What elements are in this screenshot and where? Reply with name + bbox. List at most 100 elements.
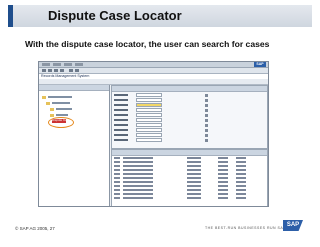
folder-icon <box>42 95 46 99</box>
search-field-row <box>114 113 264 117</box>
search-field[interactable] <box>136 138 162 142</box>
table-row[interactable] <box>114 168 264 171</box>
table-cell <box>187 189 201 191</box>
table-cell <box>114 157 120 159</box>
search-field[interactable] <box>136 128 162 132</box>
table-cell <box>218 197 228 199</box>
search-field-row <box>114 103 264 107</box>
toolbar-button[interactable] <box>69 69 73 72</box>
field-label <box>114 99 128 101</box>
search-field[interactable] <box>136 113 162 117</box>
toolbar-button[interactable] <box>60 69 64 72</box>
table-cell <box>114 181 120 183</box>
tree-node-label <box>56 114 68 116</box>
table-cell <box>187 185 201 187</box>
table-cell <box>187 169 201 171</box>
table-cell <box>236 161 246 163</box>
search-field-row <box>114 93 264 97</box>
toolbar-button[interactable] <box>54 69 58 72</box>
select-options-icon[interactable] <box>205 118 208 122</box>
slide-subtitle: With the dispute case locator, the user … <box>25 39 270 49</box>
table-cell <box>114 173 120 175</box>
table-row[interactable] <box>114 176 264 179</box>
table-cell <box>114 185 120 187</box>
table-cell <box>236 177 246 179</box>
select-options-icon[interactable] <box>205 113 208 117</box>
folder-icon <box>50 107 54 111</box>
menu-item[interactable] <box>64 63 72 66</box>
app-screenshot: SAP Records Management System Dispute Ca… <box>38 61 269 207</box>
table-cell <box>218 193 228 195</box>
tree-node-label <box>52 102 70 104</box>
field-label <box>114 114 128 116</box>
table-row[interactable] <box>114 184 264 187</box>
select-options-icon[interactable] <box>205 98 208 102</box>
search-field-row <box>114 98 264 102</box>
select-options-icon[interactable] <box>205 93 208 97</box>
table-row[interactable] <box>114 156 264 159</box>
toolbar-button[interactable] <box>42 69 46 72</box>
dispute-case-label: Dispute Case <box>52 118 71 122</box>
table-cell <box>187 173 201 175</box>
select-options-icon[interactable] <box>205 133 208 137</box>
table-row[interactable] <box>114 188 264 191</box>
field-label <box>114 124 128 126</box>
search-field[interactable] <box>136 93 162 97</box>
table-cell <box>236 197 246 199</box>
table-cell <box>114 177 120 179</box>
table-row[interactable] <box>114 160 264 163</box>
table-cell <box>123 157 153 159</box>
select-options-icon[interactable] <box>205 128 208 132</box>
field-label <box>114 119 128 121</box>
toolbar-button[interactable] <box>48 69 52 72</box>
table-cell <box>218 177 228 179</box>
table-row[interactable] <box>114 196 264 199</box>
search-field-row <box>114 133 264 137</box>
select-options-icon[interactable] <box>205 108 208 112</box>
field-label <box>114 134 128 136</box>
table-cell <box>123 161 153 163</box>
table-cell <box>187 193 201 195</box>
table-row[interactable] <box>114 192 264 195</box>
table-cell <box>123 197 153 199</box>
table-cell <box>114 161 120 163</box>
search-field-row <box>114 128 264 132</box>
tree-node[interactable] <box>42 95 72 99</box>
select-options-icon[interactable] <box>205 138 208 142</box>
table-row[interactable] <box>114 180 264 183</box>
table-cell <box>123 165 153 167</box>
table-cell <box>114 193 120 195</box>
table-cell <box>236 181 246 183</box>
nav-header <box>39 85 109 91</box>
slide-title: Dispute Case Locator <box>48 8 182 23</box>
table-cell <box>218 181 228 183</box>
table-cell <box>236 173 246 175</box>
search-field[interactable] <box>136 98 162 102</box>
table-cell <box>236 165 246 167</box>
tree-node[interactable] <box>46 101 70 105</box>
select-options-icon[interactable] <box>205 123 208 127</box>
tree-node-label <box>48 96 72 98</box>
menu-item[interactable] <box>75 63 83 66</box>
table-row[interactable] <box>114 172 264 175</box>
table-row[interactable] <box>114 164 264 167</box>
select-options-icon[interactable] <box>205 103 208 107</box>
search-field[interactable] <box>136 118 162 122</box>
search-field[interactable] <box>136 123 162 127</box>
folder-icon <box>50 113 54 117</box>
search-field[interactable] <box>136 133 162 137</box>
table-cell <box>187 165 201 167</box>
field-label <box>114 139 128 141</box>
table-cell <box>218 157 228 159</box>
menu-item[interactable] <box>42 63 50 66</box>
results-list <box>111 149 268 206</box>
tree-node[interactable] <box>50 107 72 111</box>
table-cell <box>123 185 153 187</box>
search-field[interactable] <box>136 108 162 112</box>
toolbar-button[interactable] <box>75 69 79 72</box>
search-field[interactable] <box>136 103 162 107</box>
table-cell <box>218 173 228 175</box>
table-cell <box>236 169 246 171</box>
menu-item[interactable] <box>53 63 61 66</box>
table-cell <box>114 169 120 171</box>
